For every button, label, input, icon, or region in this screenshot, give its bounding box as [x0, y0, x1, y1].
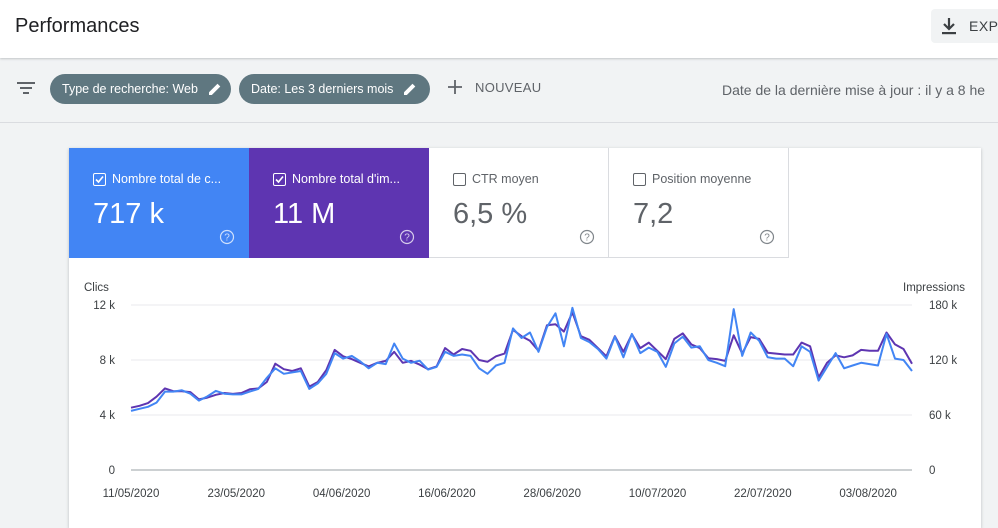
help-icon[interactable]: ? [399, 229, 415, 245]
filter-icon[interactable] [16, 80, 36, 96]
metric-total-clicks[interactable]: Nombre total de c... 717 k ? [69, 148, 249, 258]
series-line-clicks [130, 306, 913, 412]
left-axis-title: Clics [84, 282, 109, 294]
checkbox-unchecked-icon[interactable] [453, 172, 466, 186]
left-tick-label: 4 k [100, 410, 116, 422]
svg-text:?: ? [584, 233, 590, 244]
metric-label: Nombre total d'im... [292, 172, 400, 186]
right-tick-label: 180 k [929, 300, 957, 312]
pencil-icon[interactable] [403, 82, 417, 96]
x-tick-label: 10/07/2020 [629, 488, 687, 500]
svg-text:?: ? [764, 233, 770, 244]
metric-label: Nombre total de c... [112, 172, 222, 186]
checkbox-checked-icon[interactable] [273, 172, 286, 186]
export-label: EXP [969, 18, 998, 34]
filter-chip-date[interactable]: Date: Les 3 derniers mois [239, 74, 430, 104]
right-tick-label: 0 [929, 465, 935, 477]
right-axis-title: Impressions [903, 282, 965, 294]
metric-label: CTR moyen [472, 172, 539, 186]
new-filter-label: NOUVEAU [475, 79, 542, 95]
metric-total-impressions[interactable]: Nombre total d'im... 11 M ? [249, 148, 429, 258]
x-tick-label: 23/05/2020 [208, 488, 266, 500]
metric-average-position[interactable]: Position moyenne 7,2 ? [609, 148, 789, 258]
app-header: Performances EXP [0, 0, 998, 58]
x-tick-label: 03/08/2020 [839, 488, 897, 500]
performance-chart: Clics Impressions 12 k 8 k 4 k 0 180 k 120 k… [84, 282, 965, 500]
metric-label: Position moyenne [652, 172, 752, 186]
checkbox-checked-icon[interactable] [93, 172, 106, 186]
right-tick-label: 120 k [929, 355, 957, 367]
svg-text:?: ? [224, 233, 230, 244]
right-tick-label: 60 k [929, 410, 951, 422]
x-tick-label: 11/05/2020 [103, 488, 160, 500]
x-tick-label: 22/07/2020 [734, 488, 792, 500]
metric-value: 7,2 [633, 198, 674, 230]
left-tick-label: 8 k [100, 355, 116, 367]
left-tick-label: 12 k [93, 300, 115, 312]
help-icon[interactable]: ? [759, 229, 775, 245]
pencil-icon[interactable] [208, 82, 222, 96]
x-tick-label: 16/06/2020 [418, 488, 476, 500]
help-icon[interactable]: ? [579, 229, 595, 245]
last-update-text: Date de la dernière mise à jour : il y a… [722, 82, 986, 98]
plus-icon [448, 80, 462, 94]
chip-label: Type de recherche: Web [62, 82, 198, 96]
filter-toolbar: Type de recherche: Web Date: Les 3 derni… [0, 58, 998, 123]
new-filter-button[interactable]: NOUVEAU [447, 79, 541, 95]
x-tick-label: 04/06/2020 [313, 488, 371, 500]
svg-text:?: ? [404, 233, 410, 244]
chip-label: Date: Les 3 derniers mois [251, 82, 394, 96]
performance-card: Nombre total de c... 717 k ? Nombre tota… [69, 148, 981, 528]
page-title: Performances [15, 15, 140, 37]
checkbox-unchecked-icon[interactable] [633, 172, 646, 186]
metric-value: 717 k [93, 198, 164, 230]
metric-value: 11 M [273, 198, 336, 230]
download-icon [942, 18, 956, 35]
x-tick-label: 28/06/2020 [523, 488, 581, 500]
metric-value: 6,5 % [453, 198, 528, 230]
help-icon[interactable]: ? [219, 229, 235, 245]
filter-chip-search-type[interactable]: Type de recherche: Web [50, 74, 231, 104]
left-tick-label: 0 [109, 465, 115, 477]
metric-average-ctr[interactable]: CTR moyen 6,5 % ? [429, 148, 609, 258]
export-button[interactable]: EXP [931, 9, 998, 43]
